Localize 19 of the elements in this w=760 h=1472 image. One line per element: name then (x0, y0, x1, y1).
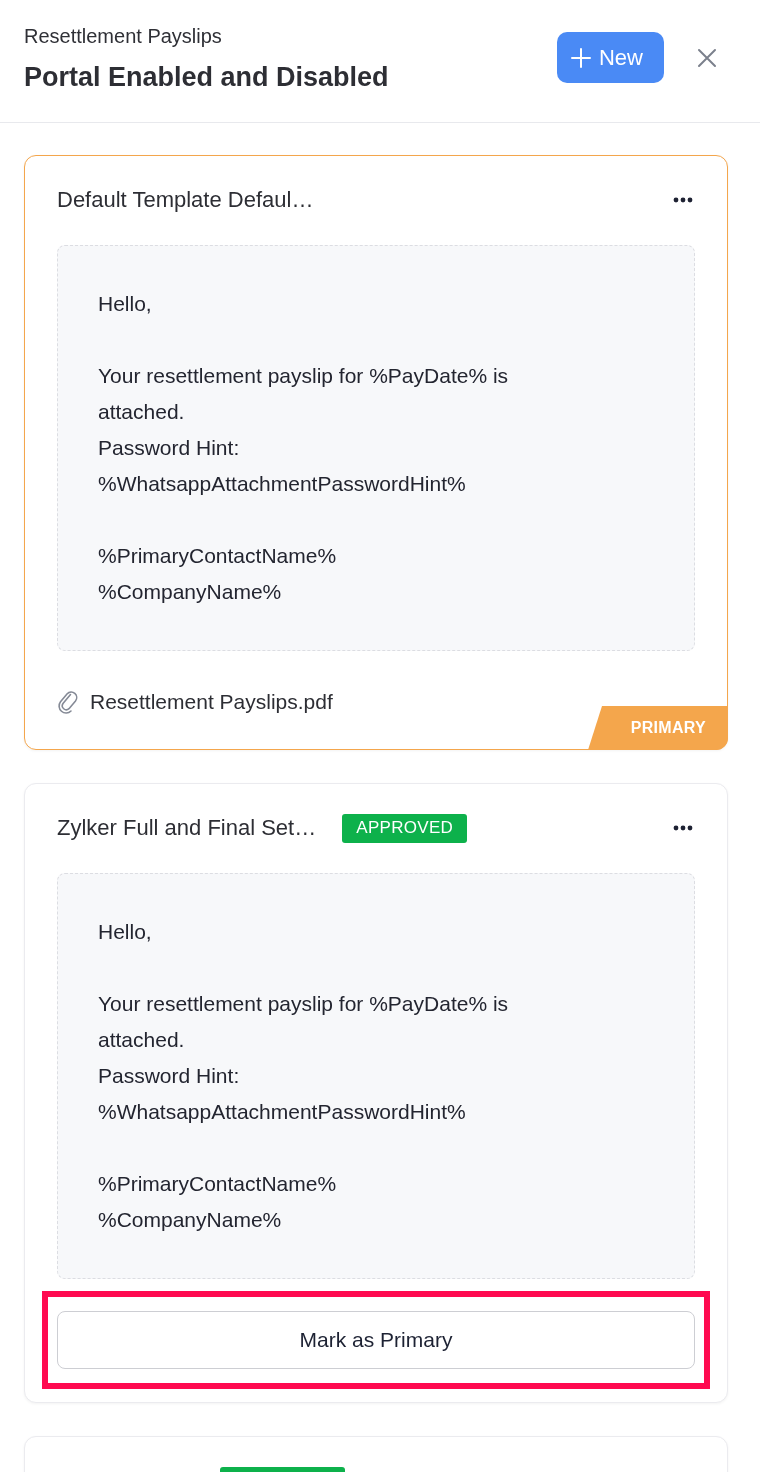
template-title: Default Template Defaul… (57, 187, 314, 213)
more-options-icon[interactable] (673, 825, 693, 831)
message-text: Your resettlement payslip for %PayDate% is attached. Password Hint: %WhatsappAttachmentPasswordHint% (98, 991, 510, 1125)
message-text: Hello, (98, 919, 153, 945)
message-text: Hello, (98, 291, 153, 317)
template-title: Zylker Full and Final Set… (57, 815, 317, 841)
panel-title: Portal Enabled and Disabled (24, 60, 390, 93)
mark-as-primary-button[interactable]: Mark as Primary (57, 1311, 695, 1369)
panel-subtitle: Resettlement Payslips (24, 23, 223, 49)
more-options-icon[interactable] (673, 197, 693, 203)
message-text: %PrimaryContactName% %CompanyName% (98, 543, 338, 605)
message-text: %PrimaryContactName% %CompanyName% (98, 1171, 338, 1233)
close-icon[interactable] (697, 47, 717, 68)
plus-icon (571, 47, 591, 68)
message-text: Your resettlement payslip for %PayDate% is attached. Password Hint: %WhatsappAttachmentPasswordHint% (98, 363, 510, 497)
primary-ribbon: PRIMARY (588, 706, 728, 750)
paperclip-icon (57, 689, 80, 715)
status-badge: APPROVED (342, 813, 468, 843)
attachment-link[interactable]: Resettlement Payslips.pdf (90, 690, 333, 714)
